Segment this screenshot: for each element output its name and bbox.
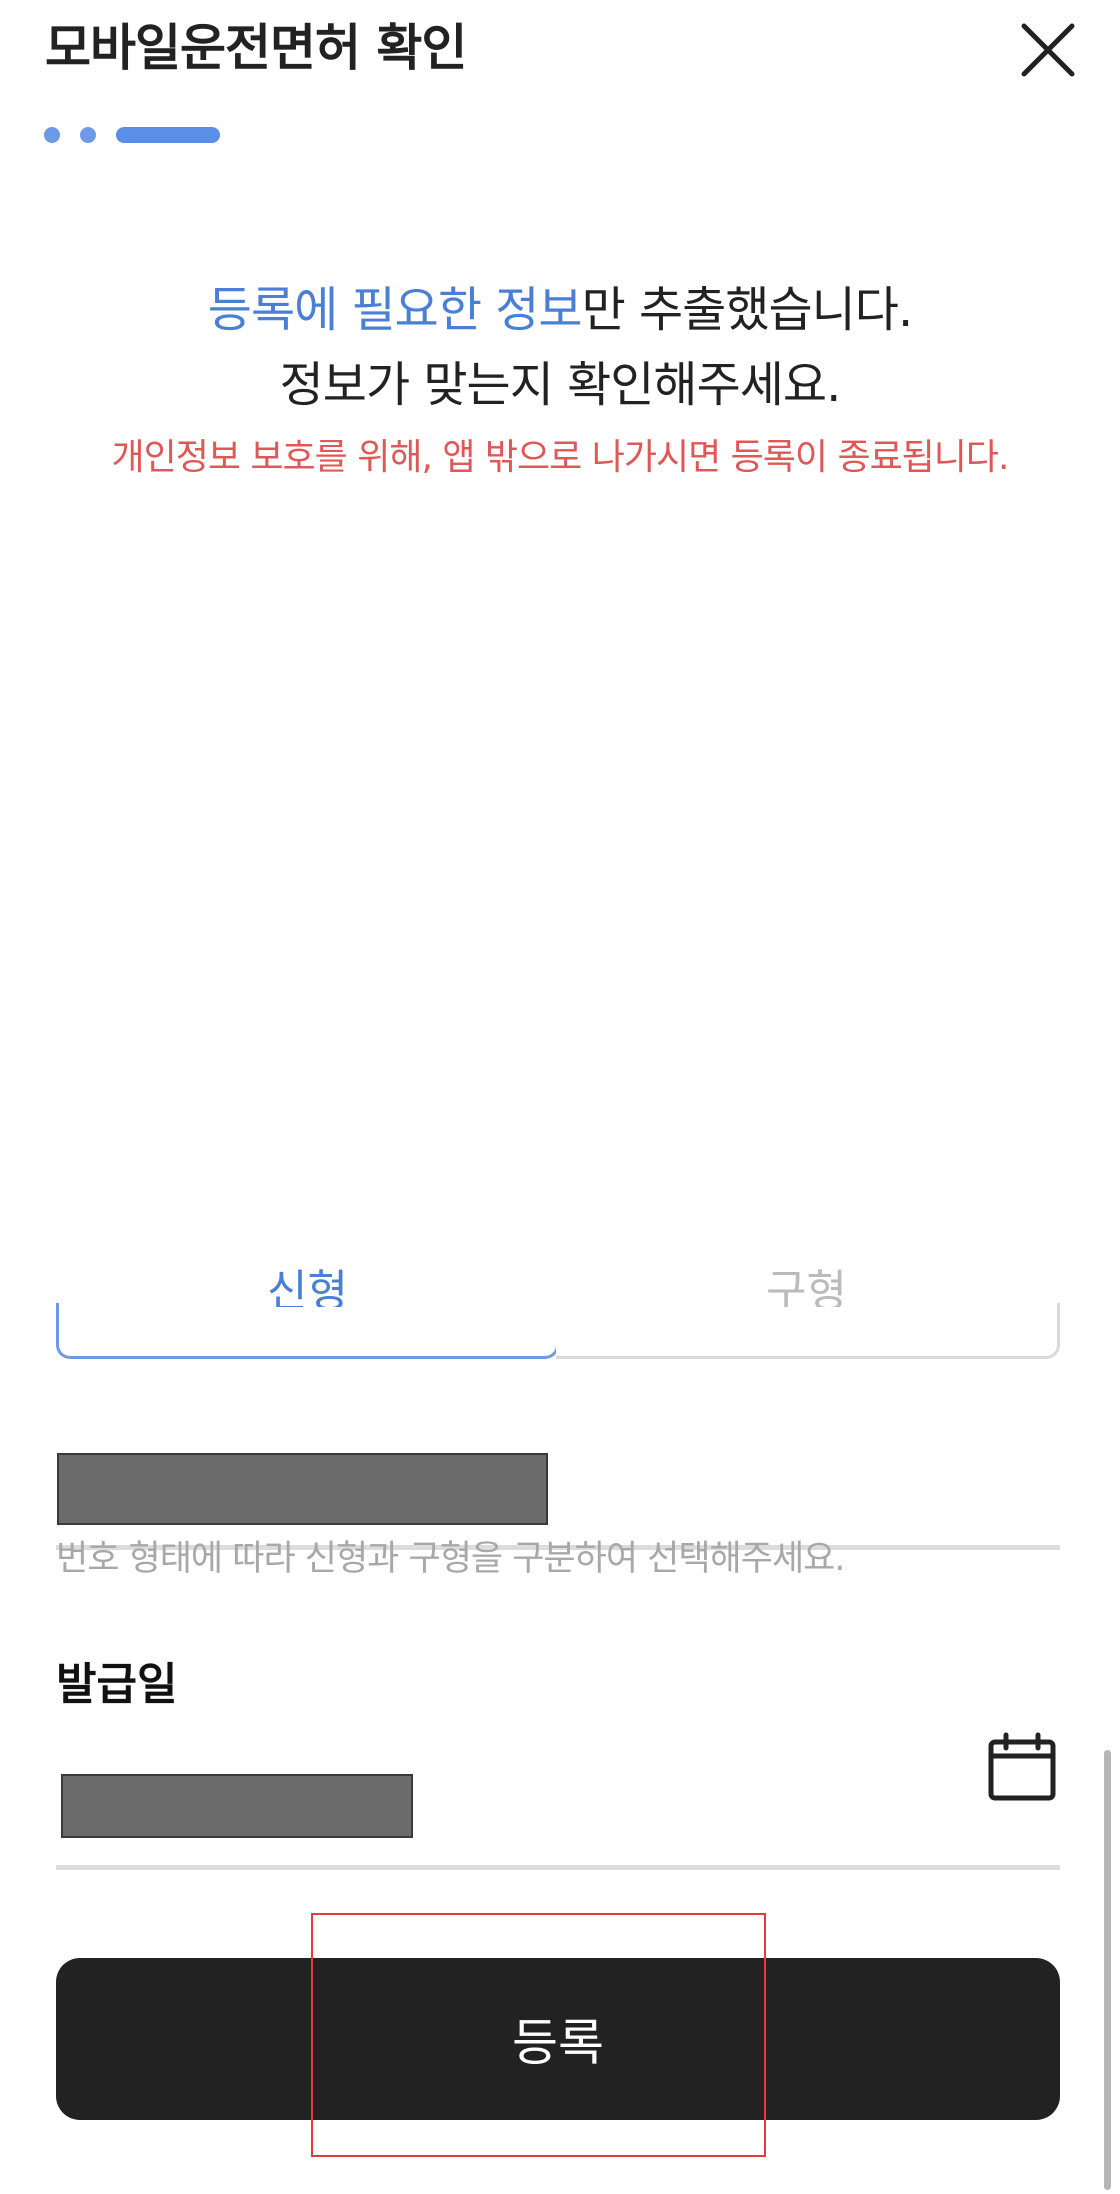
step-dot-1: [44, 127, 60, 143]
privacy-warning: 개인정보 보호를 위해, 앱 밖으로 나가시면 등록이 종료됩니다.: [111, 437, 1010, 478]
info-message-line1: 등록에 필요한 정보만 추출했습니다.: [0, 270, 1120, 340]
scrollbar[interactable]: [1104, 1750, 1111, 2190]
page-title: 모바일운전면허 확인: [45, 19, 467, 77]
license-type-old-tab[interactable]: 구형: [556, 1266, 1060, 1359]
license-number-hint: 번호 형태에 따라 신형과 구형을 구분하여 선택해주세요.: [56, 1539, 845, 1579]
step-current: [116, 127, 220, 143]
license-type-new-label: 신형: [267, 1266, 348, 1307]
step-dot-2: [80, 127, 96, 143]
info-message-line2: 정보가 맞는지 확인해주세요.: [279, 357, 842, 413]
issue-date-label: 발급일: [56, 1659, 178, 1710]
license-number-redacted[interactable]: [57, 1453, 548, 1525]
issue-date-redacted[interactable]: [61, 1774, 413, 1838]
info-message-rest: 만 추출했습니다.: [581, 282, 914, 338]
license-type-old-label: 구형: [766, 1266, 847, 1307]
target-highlight-box: [311, 1913, 766, 2157]
issue-date-underline: [56, 1865, 1060, 1870]
info-message-accent: 등록에 필요한 정보: [207, 282, 583, 338]
license-type-new-tab[interactable]: 신형: [56, 1266, 559, 1359]
close-icon[interactable]: [1018, 20, 1078, 80]
calendar-icon[interactable]: [986, 1732, 1058, 1804]
